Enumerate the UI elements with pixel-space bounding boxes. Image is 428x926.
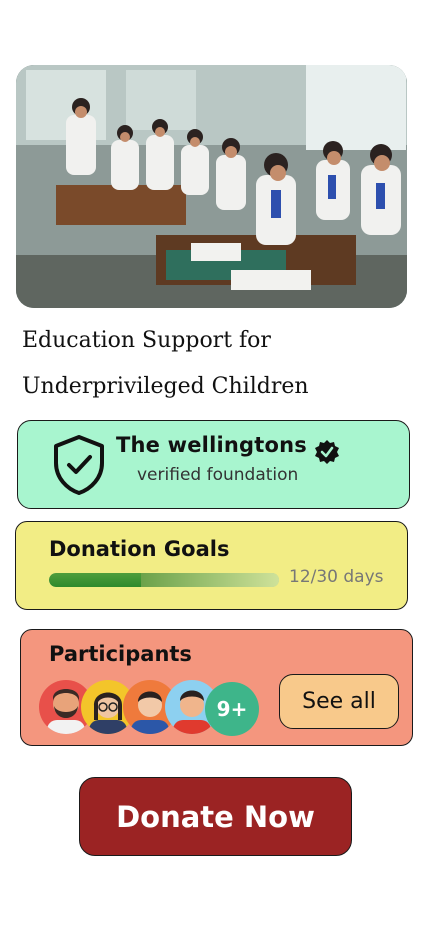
foundation-name: The wellingtons (116, 433, 307, 457)
verified-badge-icon (315, 440, 339, 464)
goal-progress-bar (49, 573, 279, 587)
goal-progress-text: 12/30 days (289, 567, 384, 587)
see-all-participants-button[interactable]: See all (279, 674, 399, 729)
foundation-subtitle: verified foundation (137, 465, 299, 485)
campaign-title: Education Support for Underprivileged Ch… (22, 318, 412, 410)
shield-check-icon (54, 435, 104, 495)
donate-now-button[interactable]: Donate Now (79, 777, 352, 856)
donation-goals-title: Donation Goals (49, 537, 230, 561)
more-participants-badge[interactable]: 9+ (205, 682, 259, 736)
donation-goals-card: Donation Goals 12/30 days (15, 521, 408, 610)
goal-progress-fill (49, 573, 141, 587)
campaign-title-line2: Underprivileged Children (22, 374, 309, 399)
foundation-card[interactable]: The wellingtons verified foundation (17, 420, 410, 509)
campaign-title-line1: Education Support for (22, 328, 271, 353)
participants-card: Participants 9+ See all (20, 629, 413, 746)
goal-progress-remaining (141, 573, 279, 587)
participants-title: Participants (49, 642, 192, 666)
participant-avatars[interactable]: 9+ (39, 680, 269, 736)
campaign-hero-image (16, 65, 407, 308)
